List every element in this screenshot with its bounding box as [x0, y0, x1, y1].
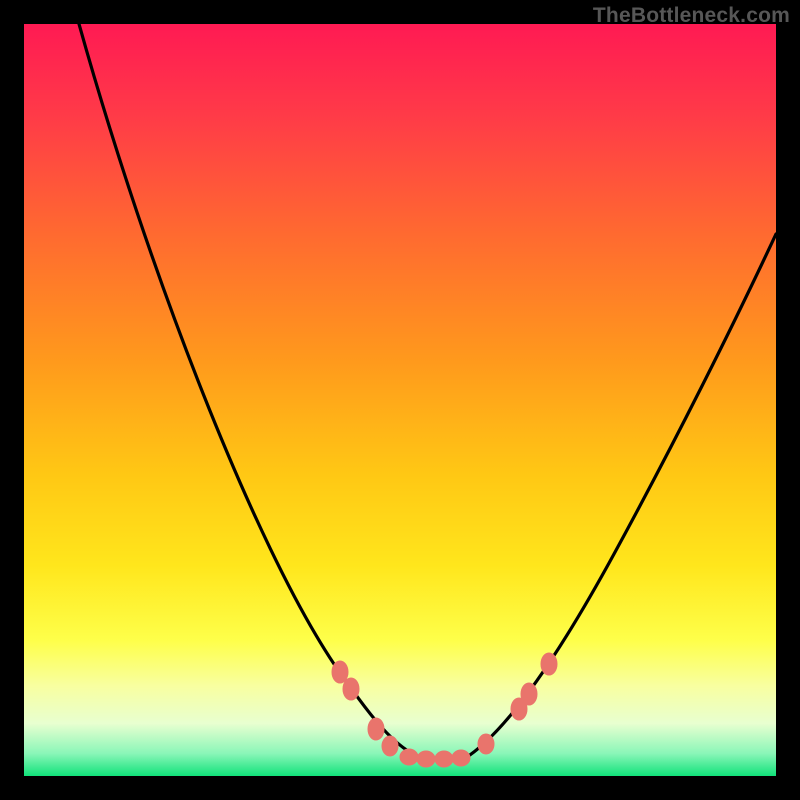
- marker-right-4: [541, 653, 557, 675]
- marker-trough-3: [435, 751, 453, 767]
- marker-trough-2: [417, 751, 435, 767]
- watermark-text: TheBottleneck.com: [593, 4, 790, 28]
- marker-right-1: [478, 734, 494, 754]
- plot-area: [24, 24, 776, 776]
- marker-right-3: [521, 683, 537, 705]
- curve-right: [464, 234, 776, 759]
- marker-left-4: [382, 736, 398, 756]
- bottleneck-curves: [24, 24, 776, 776]
- curve-left: [79, 24, 424, 759]
- marker-left-1: [332, 661, 348, 683]
- marker-trough-1: [400, 749, 418, 765]
- marker-left-3: [368, 718, 384, 740]
- marker-left-2: [343, 678, 359, 700]
- marker-trough-4: [452, 750, 470, 766]
- chart-frame: TheBottleneck.com: [0, 0, 800, 800]
